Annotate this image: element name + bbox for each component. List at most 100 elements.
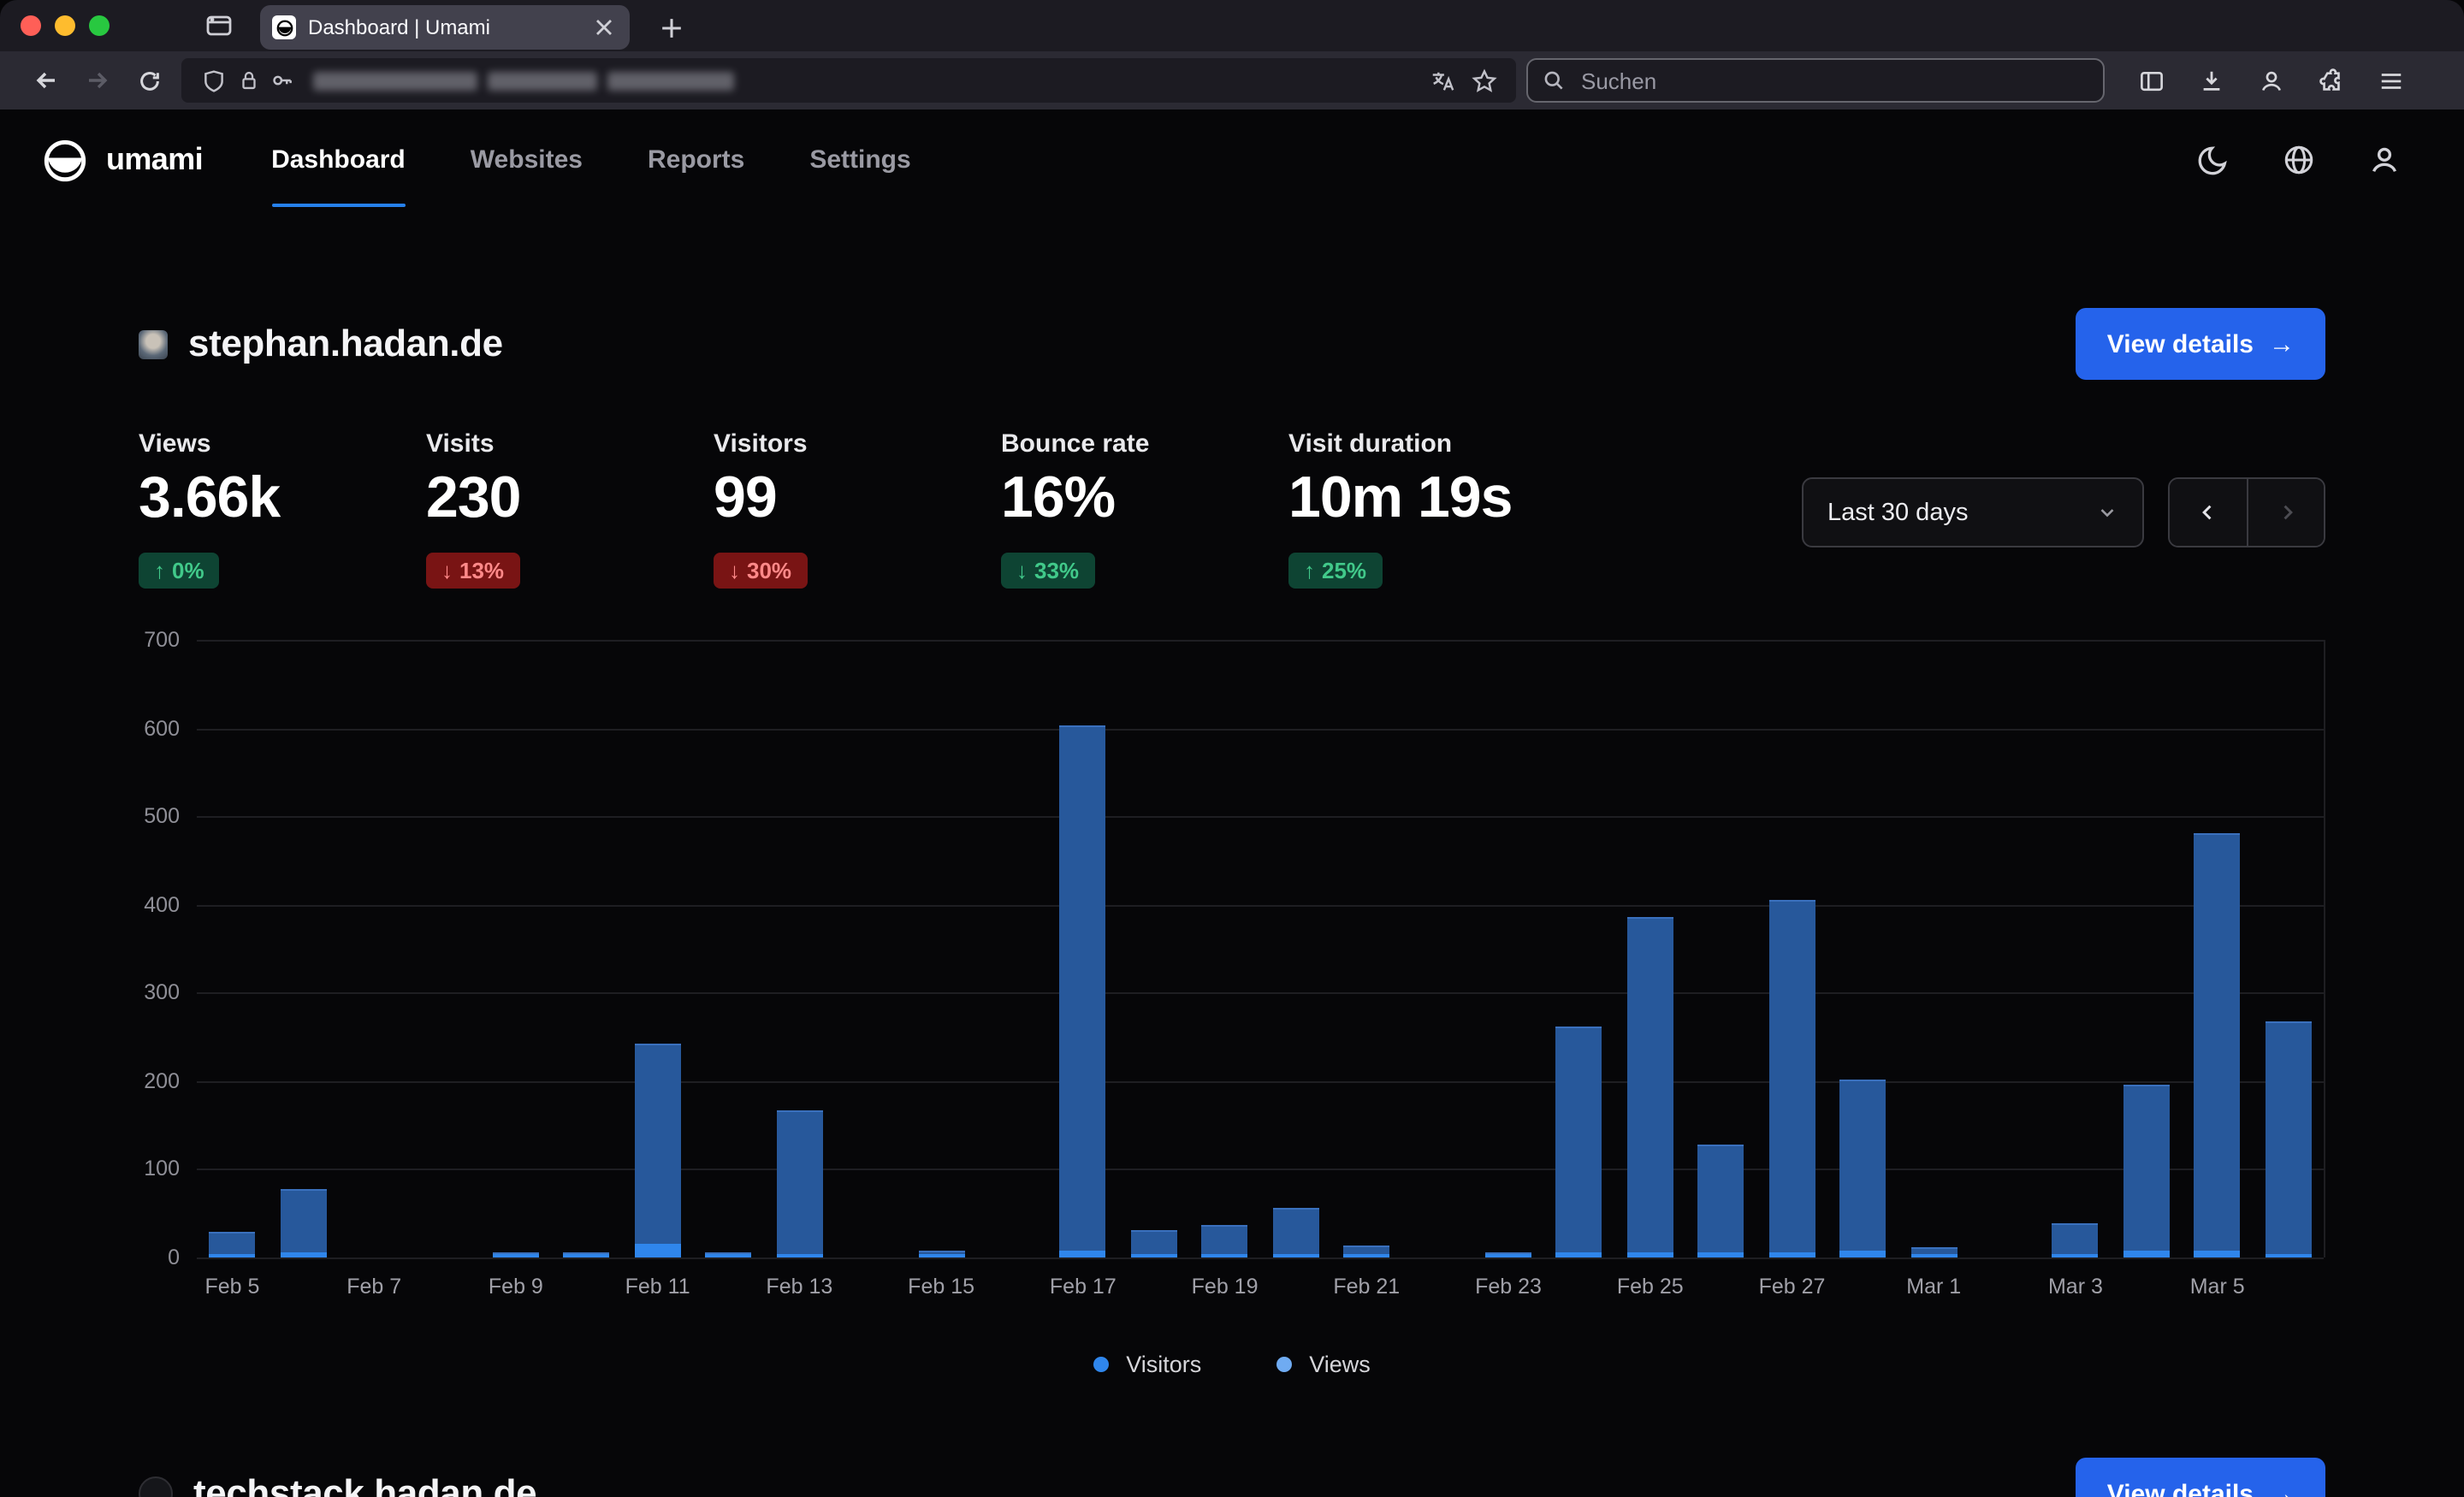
views-bar	[1202, 1226, 1248, 1257]
visitors-bar	[493, 1254, 539, 1257]
views-bar	[1060, 725, 1106, 1257]
url-bar[interactable]	[181, 58, 1516, 103]
zoom-window-button[interactable]	[89, 15, 110, 36]
legend-item-views[interactable]: Views	[1276, 1351, 1371, 1376]
views-bar	[1627, 917, 1673, 1257]
profile-icon[interactable]	[2354, 131, 2413, 189]
sidebar-icon[interactable]	[2125, 58, 2177, 103]
forward-icon[interactable]	[72, 58, 123, 103]
legend-item-visitors[interactable]: Visitors	[1093, 1351, 1201, 1376]
tab-close-icon[interactable]	[590, 14, 618, 41]
visitors-bar	[1202, 1254, 1248, 1257]
views-bar	[2266, 1022, 2312, 1257]
main-nav: Dashboard Websites Reports Settings	[271, 109, 976, 210]
y-tick-label: 100	[144, 1156, 180, 1183]
language-globe-icon[interactable]	[2269, 131, 2327, 189]
y-tick-label: 300	[144, 979, 180, 1007]
titlebar: Dashboard | Umami	[0, 0, 2464, 51]
gridline	[197, 816, 2324, 818]
close-window-button[interactable]	[21, 15, 41, 36]
nav-item-websites[interactable]: Websites	[471, 109, 583, 210]
arrow-right-icon: →	[2269, 1479, 2295, 1497]
date-range-select[interactable]: Last 30 days	[1802, 477, 2144, 547]
next-website-header: techstack.hadan.de View details→	[139, 1456, 2325, 1497]
theme-toggle-moon-icon[interactable]	[2183, 131, 2242, 189]
visitors-bar	[706, 1254, 752, 1257]
view-details-button[interactable]: View details→	[2076, 308, 2325, 380]
nav-item-reports[interactable]: Reports	[648, 109, 744, 210]
visitors-bar	[1839, 1251, 1886, 1257]
views-bar	[2052, 1223, 2099, 1257]
metrics-row: Views 3.66k ↑0% Visits 230 ↓13% Visitors…	[139, 429, 1576, 589]
change-badge: ↑0%	[139, 553, 220, 589]
metric-visitors: Visitors 99 ↓30%	[714, 429, 1001, 589]
minimize-window-button[interactable]	[55, 15, 75, 36]
menu-icon[interactable]	[2365, 58, 2416, 103]
lock-icon[interactable]	[231, 65, 265, 96]
metric-visits: Visits 230 ↓13%	[426, 429, 714, 589]
bookmark-star-icon[interactable]	[1466, 65, 1501, 96]
chart-x-axis: Feb 5Feb 7Feb 9Feb 11Feb 13Feb 15Feb 17F…	[197, 1257, 2325, 1305]
browser-window: Dashboard | Umami	[0, 0, 2464, 1497]
visitors-bar	[1627, 1252, 1673, 1257]
y-tick-label: 0	[168, 1244, 180, 1271]
views-bar	[1839, 1080, 1886, 1257]
prev-period-button[interactable]	[2170, 479, 2247, 546]
visitors-dot-icon	[1093, 1356, 1109, 1371]
visitors-bar	[564, 1254, 610, 1257]
brand[interactable]: umami	[41, 136, 203, 184]
gridline	[197, 904, 2324, 906]
translate-icon[interactable]	[1425, 65, 1460, 96]
visitors-bar	[1272, 1254, 1318, 1257]
nav-item-settings[interactable]: Settings	[809, 109, 910, 210]
chevron-down-icon	[2096, 501, 2118, 524]
reload-icon[interactable]	[123, 58, 175, 103]
window-controls	[21, 15, 110, 36]
x-tick-label: Feb 13	[766, 1275, 832, 1299]
x-tick-label: Feb 27	[1759, 1275, 1826, 1299]
y-tick-label: 700	[144, 626, 180, 654]
browser-toolbar	[0, 51, 2464, 109]
visitors-bar	[1060, 1251, 1106, 1257]
change-badge: ↑25%	[1288, 553, 1382, 589]
firefox-view-icon[interactable]	[200, 9, 238, 43]
gridline	[197, 1169, 2324, 1171]
search-input[interactable]	[1578, 66, 2089, 95]
visitors-bar	[280, 1252, 326, 1257]
extensions-icon[interactable]	[2305, 58, 2356, 103]
browser-tab[interactable]: Dashboard | Umami	[260, 5, 630, 50]
tracking-shield-icon[interactable]	[197, 65, 231, 96]
redacted-url	[313, 71, 734, 90]
metric-bounce-rate: Bounce rate 16% ↓33%	[1001, 429, 1288, 589]
x-tick-label: Feb 17	[1050, 1275, 1116, 1299]
visitors-bar	[2052, 1254, 2099, 1257]
visitors-bar	[776, 1254, 822, 1257]
brand-name: umami	[106, 142, 203, 178]
x-tick-label: Feb 11	[625, 1275, 690, 1299]
search-icon	[1542, 68, 1566, 92]
x-tick-label: Mar 5	[2190, 1275, 2245, 1299]
views-bar	[1556, 1027, 1602, 1257]
site-favicon	[139, 329, 168, 358]
visitors-bar	[2123, 1251, 2170, 1257]
next-period-button[interactable]	[2247, 479, 2324, 546]
gridline	[197, 728, 2324, 730]
views-bar	[280, 1190, 326, 1257]
account-icon[interactable]	[2245, 58, 2296, 103]
back-icon[interactable]	[21, 58, 72, 103]
views-bar	[776, 1110, 822, 1257]
visitors-bar	[2194, 1251, 2241, 1257]
website-header: stephan.hadan.de View details→	[139, 306, 2325, 382]
visitors-bar	[1485, 1254, 1531, 1257]
next-view-details-button[interactable]: View details→	[2076, 1458, 2325, 1497]
downloads-icon[interactable]	[2185, 58, 2236, 103]
visitors-bar	[1769, 1252, 1815, 1257]
visitors-bar	[209, 1254, 255, 1257]
nav-item-dashboard[interactable]: Dashboard	[271, 109, 406, 210]
key-icon[interactable]	[265, 65, 299, 96]
chart-y-axis: 0100200300400500600700	[132, 640, 187, 1257]
search-bar[interactable]	[1526, 58, 2105, 103]
x-tick-label: Feb 23	[1475, 1275, 1542, 1299]
new-tab-button[interactable]	[650, 9, 691, 46]
views-bar	[1272, 1207, 1318, 1257]
